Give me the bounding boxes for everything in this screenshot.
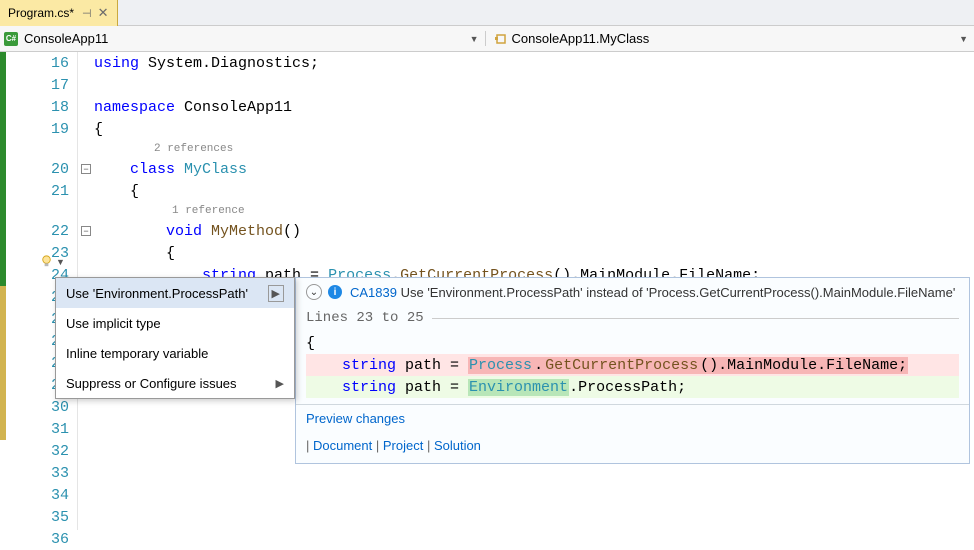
scope-project-link[interactable]: Project (383, 438, 423, 453)
preview-header: ⌄ i CA1839 Use 'Environment.ProcessPath'… (296, 278, 969, 306)
diff-removed-line: string path = Process.GetCurrentProcess(… (306, 354, 959, 376)
codelens-references[interactable]: 1 reference (172, 205, 245, 217)
scope-document-link[interactable]: Document (313, 438, 372, 453)
line-number: 16 (51, 55, 69, 72)
preview-footer: Preview changes (296, 404, 969, 432)
line-number: 19 (51, 121, 69, 138)
preview-diff: { string path = Process.GetCurrentProces… (296, 332, 969, 404)
lightbulb-button[interactable]: ▼ (39, 254, 65, 269)
class-icon (494, 32, 508, 46)
submenu-arrow-icon: ▶ (268, 285, 284, 302)
info-icon: i (328, 285, 342, 299)
csharp-icon: C# (4, 32, 18, 46)
lightbulb-icon (39, 254, 54, 269)
codelens-references[interactable]: 2 references (154, 143, 233, 155)
line-number: 36 (51, 531, 69, 548)
line-number: 34 (51, 487, 69, 504)
qa-item-use-processpath[interactable]: Use 'Environment.ProcessPath' ▶ (56, 278, 294, 308)
qa-item-suppress[interactable]: Suppress or Configure issues ▶ (56, 368, 294, 398)
qa-item-implicit-type[interactable]: Use implicit type (56, 308, 294, 338)
quick-actions-menu: Use 'Environment.ProcessPath' ▶ Use impl… (55, 277, 295, 399)
line-number: 21 (51, 183, 69, 200)
line-number: 30 (51, 399, 69, 416)
preview-changes-link[interactable]: Preview changes (306, 411, 405, 426)
fold-toggle[interactable]: − (81, 164, 91, 174)
line-number: 17 (51, 77, 69, 94)
collapse-icon[interactable]: ⌄ (306, 284, 322, 300)
preview-panel: ⌄ i CA1839 Use 'Environment.ProcessPath'… (295, 277, 970, 464)
qa-item-inline-var[interactable]: Inline temporary variable (56, 338, 294, 368)
chevron-down-icon: ▼ (470, 34, 479, 44)
tab-program[interactable]: Program.cs* ⊣ ✕ (0, 0, 118, 26)
nav-project-dropdown[interactable]: C# ConsoleApp11 ▼ (0, 31, 485, 46)
submenu-arrow-icon: ▶ (276, 377, 284, 390)
preview-scope: | Document | Project | Solution (296, 432, 969, 463)
scope-solution-link[interactable]: Solution (434, 438, 481, 453)
line-number: 31 (51, 421, 69, 438)
line-number: 20 (51, 161, 69, 178)
line-number: 35 (51, 509, 69, 526)
nav-project-label: ConsoleApp11 (24, 31, 108, 46)
fold-toggle[interactable]: − (81, 226, 91, 236)
tab-title: Program.cs* (8, 6, 74, 20)
nav-class-dropdown[interactable]: ConsoleApp11.MyClass ▼ (485, 31, 974, 46)
diff-added-line: string path = Environment.ProcessPath; (306, 376, 959, 398)
line-number: 22 (51, 223, 69, 240)
preview-range: Lines 23 to 25 (296, 306, 969, 332)
nav-class-label: ConsoleApp11.MyClass (512, 31, 650, 46)
diagnostic-message: CA1839 Use 'Environment.ProcessPath' ins… (350, 284, 959, 302)
line-number: 33 (51, 465, 69, 482)
line-number: 32 (51, 443, 69, 460)
nav-bar: C# ConsoleApp11 ▼ ConsoleApp11.MyClass ▼ (0, 26, 974, 52)
line-number: 18 (51, 99, 69, 116)
chevron-down-icon: ▼ (959, 34, 968, 44)
tab-bar: Program.cs* ⊣ ✕ (0, 0, 974, 26)
chevron-down-icon: ▼ (56, 257, 65, 267)
close-icon[interactable]: ✕ (98, 5, 109, 21)
pin-icon[interactable]: ⊣ (82, 7, 92, 20)
